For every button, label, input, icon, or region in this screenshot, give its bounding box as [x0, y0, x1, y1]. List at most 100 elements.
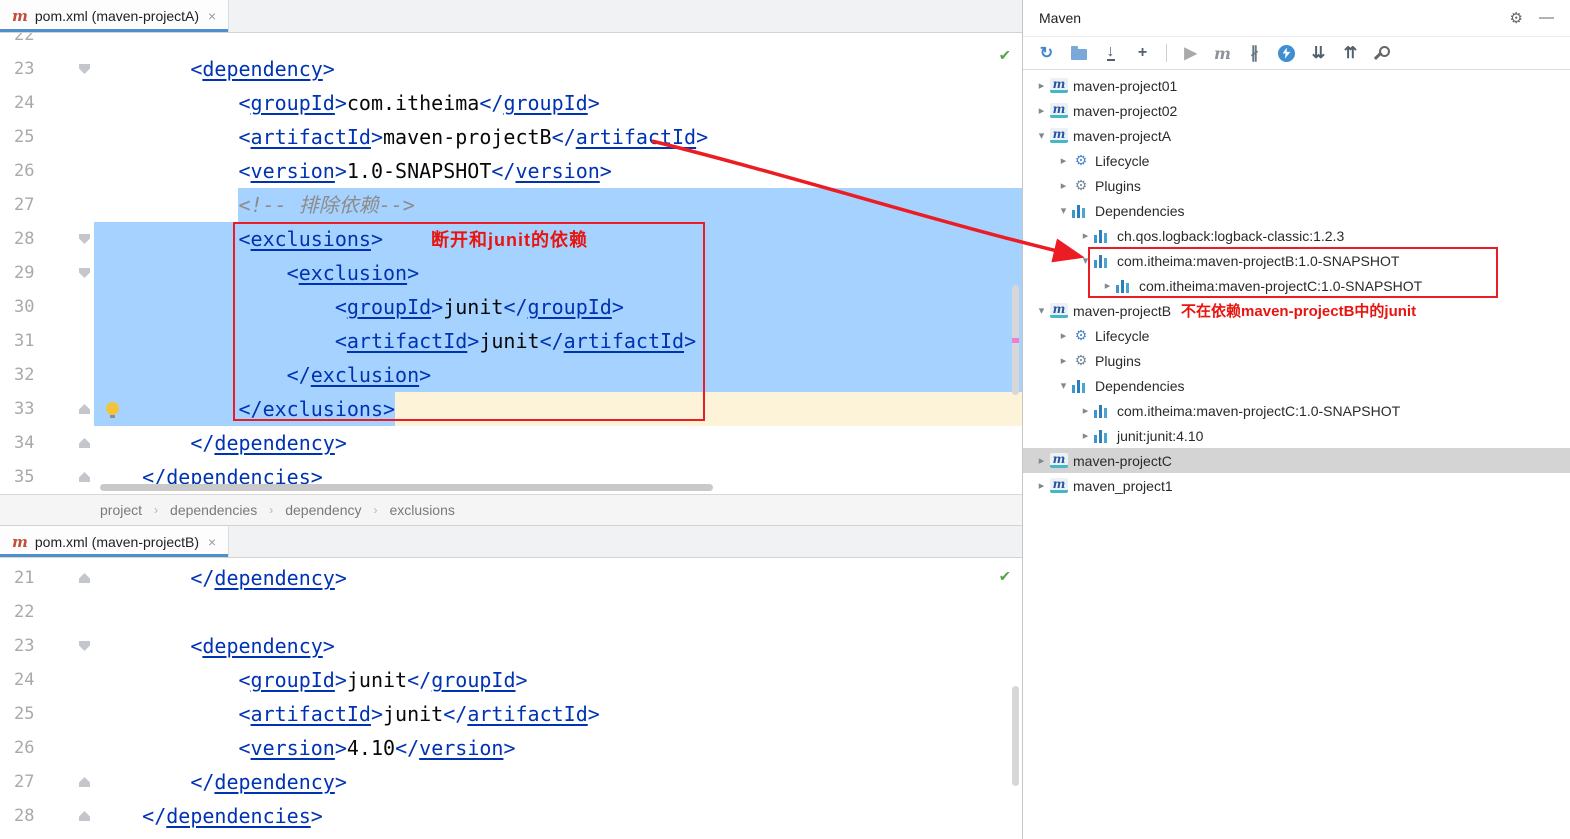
- tree-item-maven-projecta[interactable]: ▾ m maven-projectA: [1023, 123, 1570, 148]
- tree-item-label: junit:junit:4.10: [1117, 427, 1204, 444]
- vertical-scrollbar[interactable]: [1012, 686, 1019, 786]
- intention-bulb-icon[interactable]: [106, 402, 119, 418]
- code-text[interactable]: <artifactId>junit</artifactId>: [94, 324, 1022, 358]
- chevron-down-icon[interactable]: ▾: [1033, 129, 1050, 142]
- fold-marker-icon[interactable]: [79, 268, 90, 278]
- fold-marker-icon[interactable]: [79, 64, 90, 74]
- execute-maven-goal-button[interactable]: m: [1209, 41, 1236, 65]
- tree-item-com-itheima-maven-projectb-1-0-snapshot[interactable]: ▾ com.itheima:maven-projectB:1.0-SNAPSHOT: [1023, 248, 1570, 273]
- chevron-down-icon[interactable]: ▾: [1055, 204, 1072, 217]
- tree-item-dependencies[interactable]: ▾ Dependencies: [1023, 373, 1570, 398]
- chevron-down-icon[interactable]: ▾: [1055, 379, 1072, 392]
- chevron-down-icon[interactable]: ▾: [1077, 254, 1094, 267]
- gear-icon[interactable]: ⚙: [1510, 9, 1523, 27]
- chevron-right-icon[interactable]: ▸: [1055, 329, 1072, 342]
- generate-sources-button[interactable]: [1065, 41, 1092, 65]
- code-text[interactable]: <version>4.10</version>: [94, 731, 1022, 765]
- tree-item-com-itheima-maven-projectc-1-0-snapshot[interactable]: ▸ com.itheima:maven-projectC:1.0-SNAPSHOT: [1023, 273, 1570, 298]
- download-sources-icon: ↓: [1106, 43, 1115, 61]
- chevron-right-icon[interactable]: ▸: [1077, 229, 1094, 242]
- code-text[interactable]: <dependency>: [94, 52, 1022, 86]
- tree-item-ch-qos-logback-logback-classic-1-2-3[interactable]: ▸ ch.qos.logback:logback-classic:1.2.3: [1023, 223, 1570, 248]
- chevron-right-icon[interactable]: ▸: [1033, 79, 1050, 92]
- xml-bracket: >: [467, 329, 480, 353]
- fold-marker-icon[interactable]: [79, 811, 90, 821]
- offline-mode-button[interactable]: [1273, 41, 1300, 65]
- chevron-right-icon[interactable]: ▸: [1033, 104, 1050, 117]
- fold-marker-icon[interactable]: [79, 573, 90, 583]
- code-text[interactable]: <exclusions> 断开和junit的依赖: [94, 222, 1022, 257]
- chevron-right-icon[interactable]: ▸: [1077, 404, 1094, 417]
- tree-item-maven-projectb[interactable]: ▾ m maven-projectB 不在依赖maven-projectB中的juni…: [1023, 298, 1570, 323]
- breadcrumb-item-project[interactable]: project: [100, 502, 142, 518]
- skip-tests-mode-button[interactable]: ∦: [1241, 41, 1268, 65]
- chevron-right-icon[interactable]: ▸: [1055, 154, 1072, 167]
- expand-all-button[interactable]: ⇊: [1305, 41, 1332, 65]
- close-icon[interactable]: ×: [208, 534, 216, 550]
- tree-item-maven-project02[interactable]: ▸ m maven-project02: [1023, 98, 1570, 123]
- code-text[interactable]: <groupId>com.itheima</groupId>: [94, 86, 1022, 120]
- code-text[interactable]: <artifactId>maven-projectB</artifactId>: [94, 120, 1022, 154]
- chevron-right-icon[interactable]: ▸: [1055, 354, 1072, 367]
- fold-marker-icon[interactable]: [79, 777, 90, 787]
- maven-settings-button[interactable]: [1369, 41, 1396, 65]
- download-sources-button[interactable]: ↓: [1097, 41, 1124, 65]
- xml-text: [94, 329, 335, 353]
- tree-item-maven-project01[interactable]: ▸ m maven-project01: [1023, 73, 1570, 98]
- code-text[interactable]: <groupId>junit</groupId>: [94, 663, 1022, 697]
- chevron-right-icon[interactable]: ▸: [1055, 179, 1072, 192]
- fold-marker-icon[interactable]: [79, 438, 90, 448]
- code-text[interactable]: <dependency>: [94, 629, 1022, 663]
- editor-maven-projectB[interactable]: 21 </dependency> 22 23 <dependency> 24 <gro…: [0, 558, 1022, 839]
- minimize-icon[interactable]: —: [1539, 9, 1554, 27]
- chevron-right-icon[interactable]: ▸: [1033, 479, 1050, 492]
- tree-item-lifecycle[interactable]: ▸ ⚙ Lifecycle: [1023, 323, 1570, 348]
- breadcrumb-item-dependency[interactable]: dependency: [285, 502, 361, 518]
- code-text[interactable]: <version>1.0-SNAPSHOT</version>: [94, 154, 1022, 188]
- lifecycle-icon: ⚙: [1074, 327, 1088, 343]
- tree-item-dependencies[interactable]: ▾ Dependencies: [1023, 198, 1570, 223]
- code-text[interactable]: <!-- 排除依赖-->: [94, 188, 1022, 222]
- collapse-all-button[interactable]: ⇈: [1337, 41, 1364, 65]
- fold-marker-icon[interactable]: [79, 472, 90, 482]
- tree-item-label: Lifecycle: [1095, 327, 1150, 344]
- code-text[interactable]: </dependency>: [94, 426, 1022, 460]
- tree-item-plugins[interactable]: ▸ ⚙ Plugins: [1023, 348, 1570, 373]
- inspections-ok-icon: ✔: [999, 566, 1010, 586]
- fold-marker-icon[interactable]: [79, 234, 90, 244]
- reload-all-maven-projects-button[interactable]: ↻: [1033, 41, 1060, 65]
- editor-maven-projectA[interactable]: 22 23 <dependency> 24 <groupId>com.itheima…: [0, 33, 1022, 494]
- tree-item-junit-junit-4-10[interactable]: ▸ junit:junit:4.10: [1023, 423, 1570, 448]
- add-maven-project-button[interactable]: +: [1129, 41, 1156, 65]
- fold-marker-icon[interactable]: [79, 404, 90, 414]
- xml-text: [94, 125, 239, 149]
- tree-item-com-itheima-maven-projectc-1-0-snapshot[interactable]: ▸ com.itheima:maven-projectC:1.0-SNAPSHOT: [1023, 398, 1570, 423]
- code-text[interactable]: </exclusion>: [94, 358, 1022, 392]
- chevron-right-icon[interactable]: ▸: [1033, 454, 1050, 467]
- code-text[interactable]: </dependency>: [94, 765, 1022, 799]
- xml-tag-name: dependency: [214, 431, 335, 455]
- breadcrumb-item-dependencies[interactable]: dependencies: [170, 502, 257, 518]
- code-text[interactable]: </dependencies>: [94, 799, 1022, 833]
- run-maven-build-button[interactable]: ▶: [1177, 41, 1204, 65]
- code-text[interactable]: </exclusions>: [94, 392, 1022, 426]
- code-text[interactable]: <exclusion>: [94, 256, 1022, 290]
- code-text[interactable]: </dependency>: [94, 561, 1022, 595]
- chevron-right-icon[interactable]: ▸: [1099, 279, 1116, 292]
- tree-item-lifecycle[interactable]: ▸ ⚙ Lifecycle: [1023, 148, 1570, 173]
- tree-item-maven-projectc[interactable]: ▸ m maven-projectC: [1023, 448, 1570, 473]
- fold-marker-icon[interactable]: [79, 641, 90, 651]
- code-text[interactable]: <groupId>junit</groupId>: [94, 290, 1022, 324]
- breadcrumb-item-exclusions[interactable]: exclusions: [390, 502, 455, 518]
- tree-item-plugins[interactable]: ▸ ⚙ Plugins: [1023, 173, 1570, 198]
- xml-bracket: >: [334, 431, 347, 455]
- tree-item-maven-project1[interactable]: ▸ m maven_project1: [1023, 473, 1570, 498]
- chevron-down-icon[interactable]: ▾: [1033, 304, 1050, 317]
- code-text[interactable]: <artifactId>junit</artifactId>: [94, 697, 1022, 731]
- tab-pom-maven-projectA[interactable]: m pom.xml (maven-projectA) ×: [0, 0, 230, 32]
- close-icon[interactable]: ×: [208, 8, 216, 24]
- tab-pom-maven-projectB[interactable]: m pom.xml (maven-projectB) ×: [0, 526, 230, 557]
- chevron-right-icon[interactable]: ▸: [1077, 429, 1094, 442]
- horizontal-scrollbar[interactable]: [100, 484, 713, 491]
- line-number: 24: [14, 670, 35, 690]
